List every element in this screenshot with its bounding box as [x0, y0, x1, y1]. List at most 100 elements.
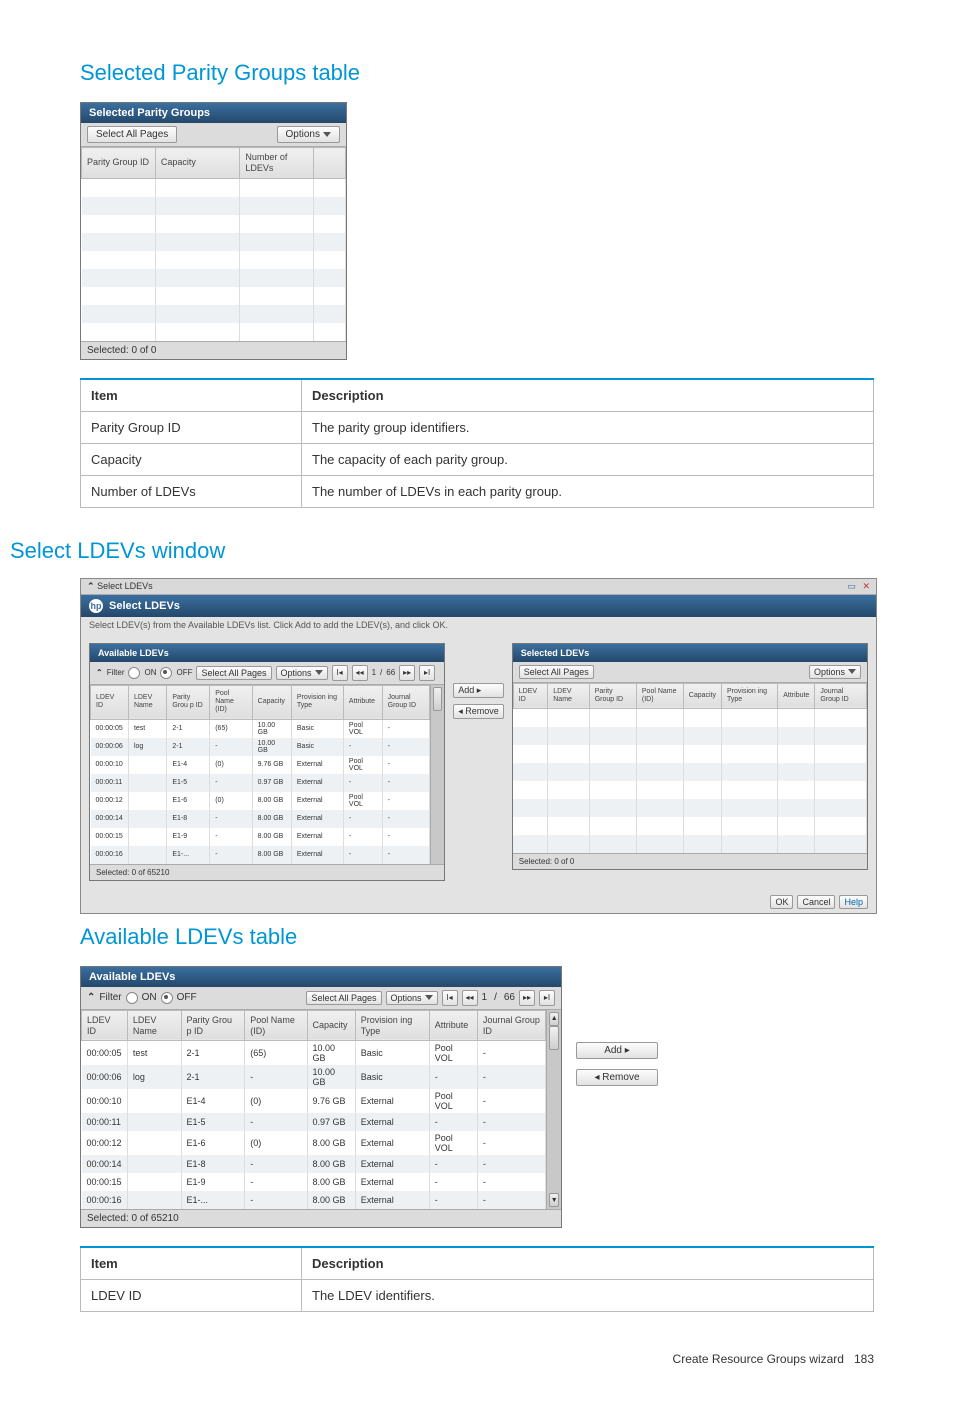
- table-row[interactable]: [513, 781, 866, 799]
- scrollbar[interactable]: ▲ ▼: [546, 1010, 561, 1210]
- col-parity-group-id[interactable]: Parity Group ID: [82, 148, 156, 179]
- remove-button[interactable]: ◂ Remove: [453, 704, 504, 719]
- table-row[interactable]: [82, 178, 346, 197]
- col-provisioning-type[interactable]: Provision ing Type: [355, 1010, 429, 1041]
- collapse-icon[interactable]: ⌃: [87, 581, 95, 591]
- filter-off-radio[interactable]: [161, 992, 173, 1004]
- filter-toggle-icon[interactable]: ⌃: [87, 992, 95, 1003]
- page-last-button[interactable]: ▸I: [419, 665, 435, 681]
- col-attribute[interactable]: Attribute: [778, 683, 815, 709]
- maximize-icon[interactable]: ▭: [847, 581, 856, 591]
- add-button[interactable]: Add ▸: [576, 1042, 658, 1059]
- table-row[interactable]: [513, 763, 866, 781]
- table-row[interactable]: 00:00:12E1-6(0)8.00 GBExternalPool VOL-: [91, 792, 430, 810]
- table-row[interactable]: 00:00:14E1-8-8.00 GBExternal--: [91, 810, 430, 828]
- page-first-button[interactable]: I◂: [332, 665, 348, 681]
- col-pool-name[interactable]: Pool Name (ID): [245, 1010, 307, 1041]
- table-row[interactable]: 00:00:15E1-9-8.00 GBExternal--: [82, 1173, 546, 1191]
- help-button[interactable]: Help: [839, 895, 868, 909]
- col-provisioning-type[interactable]: Provision ing Type: [291, 685, 343, 719]
- select-all-pages-button[interactable]: Select All Pages: [196, 666, 271, 680]
- col-parity-group-id[interactable]: Parity Grou p ID: [181, 1010, 245, 1041]
- col-pool-name[interactable]: Pool Name (ID): [636, 683, 683, 709]
- options-button[interactable]: Options: [276, 666, 328, 680]
- page-first-button[interactable]: I◂: [442, 990, 458, 1006]
- filter-toggle-icon[interactable]: ⌃: [96, 668, 103, 677]
- col-pool-name[interactable]: Pool Name (ID): [210, 685, 252, 719]
- table-row[interactable]: 00:00:16E1-...-8.00 GBExternal--: [91, 846, 430, 864]
- col-attribute[interactable]: Attribute: [343, 685, 382, 719]
- col-capacity[interactable]: Capacity: [683, 683, 721, 709]
- select-all-pages-button[interactable]: Select All Pages: [87, 126, 177, 143]
- table-row[interactable]: [82, 305, 346, 323]
- dialog-titlebar[interactable]: ⌃ Select LDEVs ▭ ✕: [81, 579, 876, 595]
- table-row[interactable]: 00:00:15E1-9-8.00 GBExternal--: [91, 828, 430, 846]
- scroll-down-icon[interactable]: ▼: [549, 1193, 559, 1207]
- col-attribute[interactable]: Attribute: [429, 1010, 477, 1041]
- table-row[interactable]: 00:00:05test2-1(65)10.00 GBBasicPool VOL…: [91, 719, 430, 738]
- table-row[interactable]: [82, 269, 346, 287]
- table-row[interactable]: 00:00:11E1-5-0.97 GBExternal--: [91, 774, 430, 792]
- table-row[interactable]: [82, 233, 346, 251]
- selection-status: Selected: 0 of 65210: [90, 864, 444, 880]
- col-parity-group-id[interactable]: Parity Group ID: [589, 683, 636, 709]
- table-row[interactable]: [513, 835, 866, 853]
- col-journal-group-id[interactable]: Journal Group ID: [382, 685, 429, 719]
- selected-ldevs-grid: LDEV ID LDEV Name Parity Group ID Pool N…: [513, 683, 867, 854]
- table-row[interactable]: [82, 287, 346, 305]
- options-button[interactable]: Options: [277, 126, 340, 143]
- table-row[interactable]: 00:00:05test2-1(65)10.00 GBBasicPool VOL…: [82, 1041, 546, 1066]
- col-capacity[interactable]: Capacity: [307, 1010, 355, 1041]
- page-prev-button[interactable]: ◂◂: [462, 990, 478, 1006]
- close-icon[interactable]: ✕: [862, 581, 870, 591]
- page-last-button[interactable]: ▸I: [539, 990, 555, 1006]
- col-journal-group-id[interactable]: Journal Group ID: [477, 1010, 546, 1041]
- filter-on-radio[interactable]: [128, 667, 140, 679]
- table-row[interactable]: 00:00:06log2-1-10.00 GBBasic--: [82, 1065, 546, 1089]
- col-ldev-name[interactable]: LDEV Name: [127, 1010, 181, 1041]
- col-ldev-name[interactable]: LDEV Name: [128, 685, 166, 719]
- col-capacity[interactable]: Capacity: [155, 148, 239, 179]
- col-journal-group-id[interactable]: Journal Group ID: [815, 683, 867, 709]
- table-row[interactable]: [82, 251, 346, 269]
- table-row[interactable]: [513, 817, 866, 835]
- remove-button[interactable]: ◂ Remove: [576, 1069, 658, 1086]
- table-row[interactable]: 00:00:10E1-4(0)9.76 GBExternalPool VOL-: [82, 1089, 546, 1113]
- table-row[interactable]: [513, 727, 866, 745]
- ok-button[interactable]: OK: [770, 895, 793, 909]
- col-parity-group-id[interactable]: Parity Grou p ID: [167, 685, 210, 719]
- table-row[interactable]: 00:00:06log2-1-10.00 GBBasic--: [91, 738, 430, 756]
- page-prev-button[interactable]: ◂◂: [352, 665, 368, 681]
- table-row[interactable]: [82, 215, 346, 233]
- col-ldev-id[interactable]: LDEV ID: [82, 1010, 128, 1041]
- select-all-pages-button[interactable]: Select All Pages: [519, 665, 594, 679]
- table-row[interactable]: 00:00:11E1-5-0.97 GBExternal--: [82, 1113, 546, 1131]
- table-row[interactable]: 00:00:16E1-...-8.00 GBExternal--: [82, 1191, 546, 1209]
- table-row[interactable]: 00:00:12E1-6(0)8.00 GBExternalPool VOL-: [82, 1131, 546, 1155]
- col-provisioning-type[interactable]: Provision ing Type: [722, 683, 778, 709]
- col-number-of-ldevs[interactable]: Number of LDEVs: [240, 148, 314, 179]
- scrollbar[interactable]: [430, 685, 444, 864]
- select-all-pages-button[interactable]: Select All Pages: [306, 991, 381, 1005]
- filter-off-radio[interactable]: [160, 667, 172, 679]
- filter-on-radio[interactable]: [126, 992, 138, 1004]
- col-capacity[interactable]: Capacity: [252, 685, 291, 719]
- options-button[interactable]: Options: [386, 991, 438, 1005]
- scroll-up-icon[interactable]: ▲: [549, 1012, 559, 1026]
- table-row[interactable]: 00:00:14E1-8-8.00 GBExternal--: [82, 1155, 546, 1173]
- table-row[interactable]: 00:00:10E1-4(0)9.76 GBExternalPool VOL-: [91, 756, 430, 774]
- table-row[interactable]: [82, 323, 346, 341]
- add-button[interactable]: Add ▸: [453, 683, 504, 698]
- table-row[interactable]: [513, 709, 866, 728]
- table-row[interactable]: [513, 799, 866, 817]
- col-ldev-id[interactable]: LDEV ID: [513, 683, 547, 709]
- table-row[interactable]: [513, 745, 866, 763]
- dialog-instruction: Select LDEV(s) from the Available LDEVs …: [81, 617, 876, 633]
- options-button[interactable]: Options: [809, 665, 861, 679]
- page-next-button[interactable]: ▸▸: [399, 665, 415, 681]
- col-ldev-name[interactable]: LDEV Name: [548, 683, 589, 709]
- page-next-button[interactable]: ▸▸: [519, 990, 535, 1006]
- col-ldev-id[interactable]: LDEV ID: [91, 685, 129, 719]
- table-row[interactable]: [82, 197, 346, 215]
- cancel-button[interactable]: Cancel: [797, 895, 835, 909]
